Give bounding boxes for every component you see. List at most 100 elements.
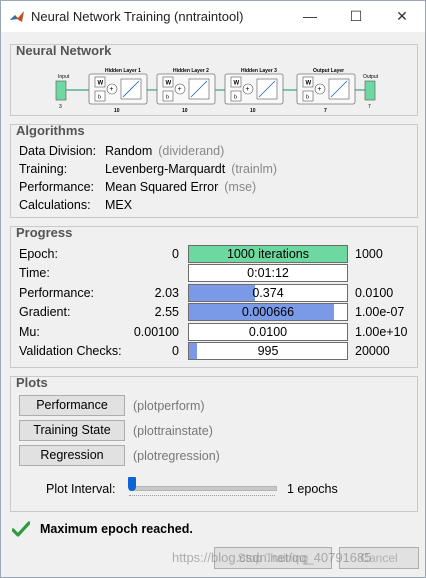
progress-label: Gradient:: [19, 305, 71, 319]
panel-title: Algorithms: [16, 123, 85, 138]
progress-value: 1000 iterations: [226, 247, 309, 261]
bias-label: b: [306, 95, 309, 101]
progress-end: 20000: [355, 344, 390, 358]
progress-start: 0: [172, 344, 179, 358]
algorithms-panel: Algorithms Data Division: Random (divider…: [10, 123, 418, 218]
input-label: Input: [58, 74, 70, 80]
algorithm-code: (dividerand): [158, 144, 225, 158]
plot-performance-button[interactable]: Performance: [19, 395, 125, 416]
weight-label: W: [234, 81, 240, 87]
layer-1: Hidden Layer 1 W b + 10: [88, 68, 148, 114]
output-layer-size: 7: [324, 108, 327, 114]
progress-row-gradient: Gradient: 2.55 0.000666 1.00e-07: [11, 303, 417, 321]
progress-label: Performance:: [19, 286, 95, 300]
layer-3: Hidden Layer 3 W b + 10: [224, 68, 284, 114]
progress-start: 0: [172, 247, 179, 261]
watermark-text: https://blog.csdn.net/qq_40791685: [172, 550, 372, 565]
matlab-icon: [10, 11, 24, 22]
algorithm-value: Levenberg-Marquardt (trainlm): [105, 162, 278, 176]
close-button[interactable]: ✕: [379, 1, 425, 32]
algorithm-label: Performance:: [19, 180, 95, 194]
checkmark-icon: [12, 521, 30, 537]
plot-interval-slider-thumb[interactable]: [128, 477, 136, 491]
algorithm-label: Data Division:: [19, 144, 97, 158]
progress-start: 2.03: [154, 286, 179, 300]
algorithm-label: Training:: [19, 162, 68, 176]
progress-label: Epoch:: [19, 247, 58, 261]
weight-label: W: [166, 81, 172, 87]
weight-label: W: [98, 81, 104, 87]
status-message: Maximum epoch reached.: [40, 522, 193, 536]
progress-bar: 0:01:12: [188, 264, 348, 282]
progress-row-time: Time: 0:01:12: [11, 264, 417, 282]
sum-label: +: [318, 86, 322, 93]
progress-end: 0.0100: [355, 286, 394, 300]
progress-end: 1000: [355, 247, 383, 261]
weight-label: W: [306, 81, 312, 87]
layer-2-title: Hidden Layer 2: [173, 68, 209, 74]
panel-title: Progress: [16, 225, 73, 240]
progress-start: 0.00100: [133, 325, 179, 339]
progress-value: 995: [257, 344, 279, 358]
bias-label: b: [166, 95, 169, 101]
algorithm-value: Mean Squared Error (mse): [105, 180, 257, 194]
plot-training-state-code: (plottrainstate): [133, 424, 213, 438]
progress-row-mu: Mu: 0.00100 0.0100 1.00e+10: [11, 323, 417, 341]
progress-bar: 0.0100: [188, 323, 348, 341]
progress-panel: Progress Epoch: 0 1000 iterations 1000 T…: [10, 225, 418, 368]
plot-performance-code: (plotperform): [133, 399, 205, 413]
plot-regression-code: (plotregression): [133, 449, 220, 463]
plot-regression-button[interactable]: Regression: [19, 445, 125, 466]
title-bar: Neural Network Training (nntraintool) — …: [1, 1, 425, 32]
progress-bar: 0.000666: [188, 303, 348, 321]
window-title: Neural Network Training (nntraintool): [31, 9, 244, 24]
progress-bar: 0.374: [188, 284, 348, 302]
sum-label: +: [178, 86, 182, 93]
layer-output: Output Layer W b + 7: [296, 68, 356, 114]
output-layer-title: Output Layer: [313, 68, 344, 74]
progress-row-validation-checks: Validation Checks: 0 995 20000: [11, 342, 417, 360]
output-size: 7: [368, 104, 371, 110]
output-label: Output: [363, 74, 379, 80]
progress-value: 0.000666: [241, 305, 295, 319]
panel-title: Neural Network: [16, 43, 112, 58]
progress-end: 1.00e-07: [355, 305, 405, 319]
progress-row-performance: Performance: 2.03 0.374 0.0100: [11, 284, 417, 302]
algorithm-label: Calculations:: [19, 198, 91, 212]
progress-bar: 1000 iterations: [188, 245, 348, 263]
layer-3-title: Hidden Layer 3: [241, 68, 277, 74]
output-box: [364, 80, 376, 101]
input-size: 3: [59, 104, 62, 110]
maximize-button[interactable]: ☐: [333, 1, 379, 32]
minimize-button[interactable]: —: [287, 1, 333, 32]
bias-label: b: [234, 95, 237, 101]
network-diagram: Input 3 Hidden Layer 1 W b + 10 Hidden L…: [55, 68, 379, 114]
bias-label: b: [98, 95, 101, 101]
sum-label: +: [110, 86, 114, 93]
layer-1-title: Hidden Layer 1: [105, 68, 141, 74]
progress-label: Time:: [19, 266, 50, 280]
plots-panel: Plots Performance (plotperform) Training…: [10, 375, 418, 512]
input-box: [55, 80, 67, 101]
progress-label: Mu:: [19, 325, 40, 339]
plot-interval-track[interactable]: [129, 486, 277, 491]
progress-row-epoch: Epoch: 0 1000 iterations 1000: [11, 245, 417, 263]
progress-value: 0:01:12: [247, 266, 289, 280]
layer-2: Hidden Layer 2 W b + 10: [156, 68, 216, 114]
algorithm-value: MEX: [105, 198, 133, 212]
plot-interval-label: Plot Interval:: [46, 482, 116, 496]
sum-label: +: [246, 86, 250, 93]
layer-3-size: 10: [250, 108, 256, 114]
layer-2-size: 10: [182, 108, 188, 114]
progress-bar: 995: [188, 342, 348, 360]
plot-interval-value: 1 epochs: [287, 482, 338, 496]
progress-value: 0.374: [252, 286, 284, 300]
app-window: Neural Network Training (nntraintool) — …: [0, 0, 426, 578]
progress-value: 0.0100: [248, 325, 288, 339]
plot-training-state-button[interactable]: Training State: [19, 420, 125, 441]
progress-end: 1.00e+10: [355, 325, 408, 339]
panel-title: Plots: [16, 375, 48, 390]
plot-interval-ticks: [129, 495, 275, 498]
layer-1-size: 10: [114, 108, 120, 114]
neural-network-panel: Neural Network Input 3 Hidden Layer 1 W …: [10, 43, 418, 116]
